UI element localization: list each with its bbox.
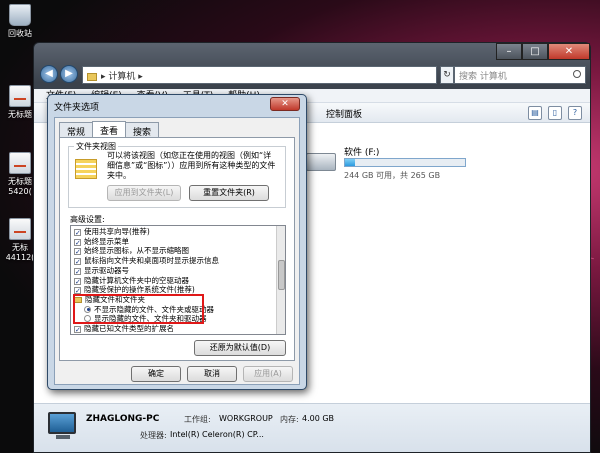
memory-value: 4.00 GB (302, 414, 335, 423)
view-tab-panel: 文件夹视图 可以将该视图（如您正在使用的视图（例如“详细信息”或“图标”））应用… (59, 137, 295, 361)
dialog-title: 文件夹选项 (54, 103, 100, 113)
advanced-setting-item[interactable]: 用彩色显示加密或压缩的 NTFS 文件 (74, 334, 205, 335)
advanced-setting-item[interactable]: ✓ 隐藏计算机文件夹中的空驱动器 (74, 276, 189, 285)
address-bar[interactable]: ▸ 计算机 ▸ (82, 66, 437, 84)
advanced-setting-label: 使用共享向导(推荐) (84, 227, 150, 236)
document-icon (9, 152, 31, 174)
workgroup-label: 工作组: (184, 415, 211, 424)
apply-button[interactable]: 应用(A) (243, 366, 293, 382)
desktop-icon-label: 回收站 (8, 29, 32, 38)
search-icon (573, 70, 581, 78)
reset-folders-button[interactable]: 重置文件夹(R) (189, 185, 269, 201)
computer-stand (56, 435, 70, 439)
recycle-bin-icon (9, 4, 31, 26)
advanced-setting-item[interactable]: ✓ 隐藏已知文件类型的扩展名 (74, 324, 174, 334)
advanced-setting-label: 用彩色显示加密或压缩的 NTFS 文件 (84, 334, 205, 335)
advanced-setting-item[interactable]: ✓ 鼠标指向文件夹和桌面项时显示提示信息 (74, 256, 219, 266)
advanced-setting-label: 隐藏受保护的操作系统文件(推荐) (84, 285, 195, 295)
search-placeholder: 搜索 计算机 (459, 72, 507, 82)
control-panel-button[interactable]: 控制面板 (326, 107, 362, 120)
checkbox[interactable]: ✓ (74, 229, 81, 237)
processor-label: 处理器: (140, 431, 167, 440)
computer-name: ZHAGLONG-PC (86, 414, 160, 424)
folder-view-description: 可以将该视图（如您正在使用的视图（例如“详细信息”或“图标”））应用到所有这种类… (107, 151, 276, 180)
computer-icon (87, 72, 97, 81)
window-controls: – □ ✕ (496, 43, 590, 61)
checkbox[interactable]: ✓ (74, 267, 81, 275)
drive-name: 软件 (F:) (344, 148, 380, 158)
view-options-icon[interactable]: ▤ (528, 106, 542, 120)
close-button[interactable]: ✕ (548, 43, 590, 60)
folder-view-icon (75, 159, 97, 179)
minimize-button[interactable]: – (496, 43, 522, 60)
details-pane: ZHAGLONG-PC 工作组: WORKGROUP 内存: 4.00 GB 处… (34, 403, 590, 452)
back-arrow-icon[interactable]: ◀ (40, 65, 58, 83)
cancel-button[interactable]: 取消 (187, 366, 237, 382)
advanced-setting-label: 隐藏计算机文件夹中的空驱动器 (84, 275, 189, 285)
hard-drive-icon (306, 153, 336, 171)
advanced-setting-label: 始终显示菜单 (84, 236, 129, 246)
advanced-setting-label: 始终显示图标，从不显示缩略图 (84, 246, 189, 256)
restore-defaults-button[interactable]: 还原为默认值(D) (194, 340, 286, 356)
dialog-body: 常规 查看 搜索 文件夹视图 可以将该视图（如您正在使用的视图（例如“详细信息”… (54, 117, 300, 385)
scroll-thumb[interactable] (278, 260, 285, 290)
advanced-setting-label: 显示驱动器号 (84, 265, 129, 275)
annotation-highlight-box (73, 294, 204, 324)
checkbox[interactable]: ✓ (74, 248, 81, 256)
dialog-close-button[interactable]: ✕ (270, 97, 300, 111)
checkbox[interactable]: ✓ (74, 238, 81, 246)
advanced-setting-item[interactable]: ✓ 显示驱动器号 (74, 266, 129, 275)
checkbox[interactable]: ✓ (74, 326, 81, 334)
folder-options-dialog: 文件夹选项 ✕ 常规 查看 搜索 文件夹视图 可以将该视图（如您正在使用的视图（… (47, 94, 307, 390)
advanced-setting-item[interactable]: ✓ 使用共享向导(推荐) (74, 227, 150, 237)
checkbox[interactable]: ✓ (74, 277, 81, 285)
processor-value: Intel(R) Celeron(R) CP... (170, 430, 264, 439)
search-input[interactable]: 搜索 计算机 (454, 66, 586, 84)
advanced-settings-title: 高级设置: (70, 215, 105, 224)
navigation-bar: ◀ ▶ ▸ 计算机 ▸ ↻ 搜索 计算机 (34, 63, 590, 89)
maximize-button[interactable]: □ (522, 43, 548, 60)
desktop-icon-recycle-bin[interactable]: 回收站 (0, 4, 40, 39)
computer-icon (48, 412, 76, 434)
drive-usage-fill (345, 159, 355, 166)
memory-label: 内存: (280, 415, 299, 424)
advanced-setting-item[interactable]: ✓ 始终显示菜单 (74, 237, 129, 246)
advanced-setting-item[interactable]: ✓ 始终显示图标，从不显示缩略图 (74, 246, 189, 256)
refresh-icon[interactable]: ↻ (440, 66, 454, 84)
drive-free-space: 244 GB 可用，共 265 GB (344, 171, 441, 180)
view-controls: ▤ ▯ ? (528, 106, 582, 120)
advanced-setting-label: 鼠标指向文件夹和桌面项时显示提示信息 (84, 256, 219, 266)
document-icon (9, 85, 31, 107)
address-text: ▸ 计算机 ▸ (101, 72, 143, 82)
scrollbar[interactable] (276, 226, 285, 334)
document-icon (9, 218, 31, 240)
workgroup-value: WORKGROUP (219, 414, 273, 423)
ok-button[interactable]: 确定 (131, 366, 181, 382)
advanced-setting-label: 隐藏已知文件类型的扩展名 (84, 324, 174, 333)
preview-pane-icon[interactable]: ▯ (548, 106, 562, 120)
forward-arrow-icon[interactable]: ▶ (60, 65, 78, 83)
advanced-setting-item[interactable]: ✓ 隐藏受保护的操作系统文件(推荐) (74, 285, 195, 295)
checkbox[interactable]: ✓ (74, 258, 81, 266)
help-icon[interactable]: ? (568, 106, 582, 120)
drive-usage-bar (344, 158, 466, 167)
apply-to-folders-button[interactable]: 应用到文件夹(L) (107, 185, 181, 201)
folder-view-group: 文件夹视图 可以将该视图（如您正在使用的视图（例如“详细信息”或“图标”））应用… (68, 141, 286, 208)
